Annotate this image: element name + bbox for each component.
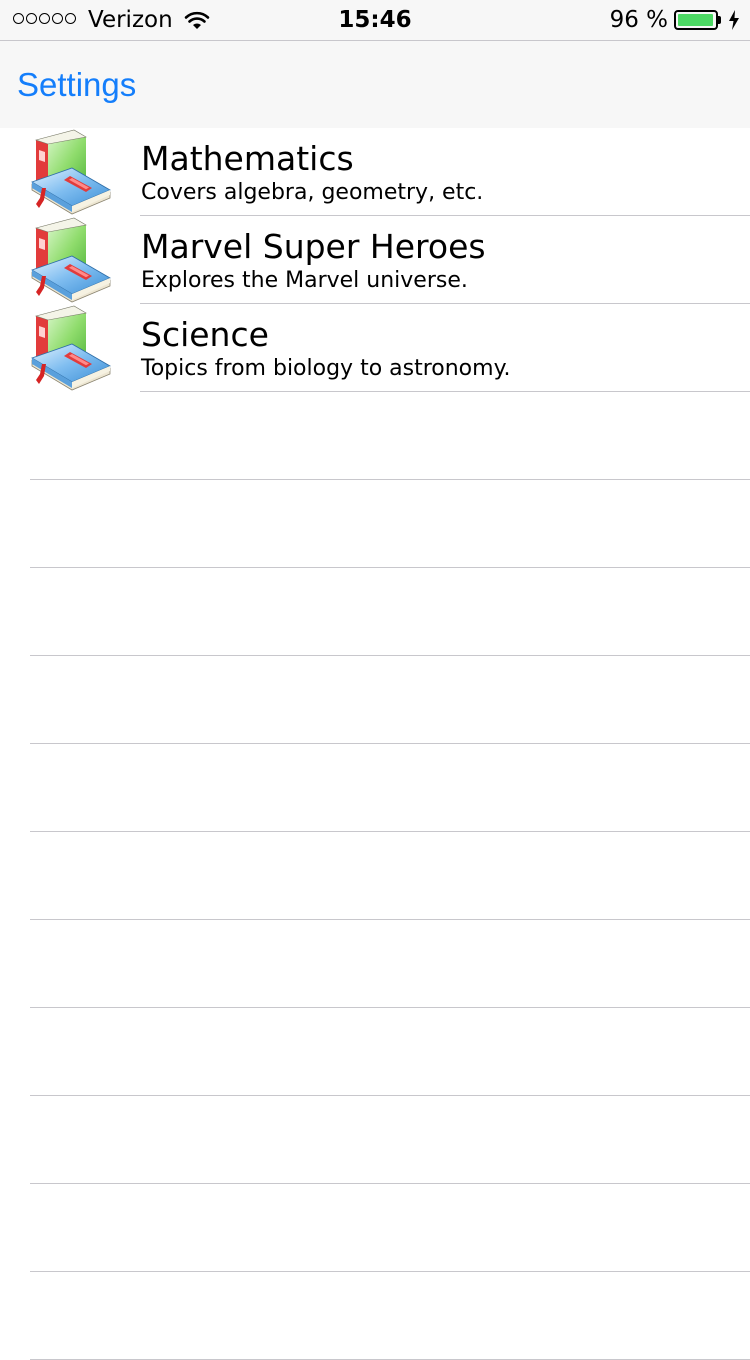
charging-bolt-icon — [729, 10, 739, 30]
book-icon — [26, 216, 114, 304]
empty-row — [0, 920, 750, 1008]
list-item-title: Science — [141, 315, 269, 354]
topics-list: Mathematics Covers algebra, geometry, et… — [0, 128, 750, 1360]
empty-row — [0, 1008, 750, 1096]
battery-icon — [674, 10, 718, 30]
empty-row — [0, 1096, 750, 1184]
empty-row — [0, 1184, 750, 1272]
empty-row — [0, 656, 750, 744]
list-item[interactable]: Science Topics from biology to astronomy… — [0, 304, 750, 392]
empty-row — [0, 832, 750, 920]
list-item-subtitle: Explores the Marvel universe. — [141, 268, 468, 293]
empty-row — [0, 568, 750, 656]
list-item[interactable]: Marvel Super Heroes Explores the Marvel … — [0, 216, 750, 304]
empty-row — [0, 480, 750, 568]
battery-level-fill — [678, 14, 713, 26]
empty-row — [0, 744, 750, 832]
list-item-title: Marvel Super Heroes — [141, 227, 486, 266]
list-item-subtitle: Covers algebra, geometry, etc. — [141, 180, 484, 205]
book-icon — [26, 304, 114, 392]
navigation-bar: Settings — [0, 40, 750, 128]
list-item[interactable]: Mathematics Covers algebra, geometry, et… — [0, 128, 750, 216]
empty-row — [0, 1272, 750, 1360]
list-item-subtitle: Topics from biology to astronomy. — [141, 356, 511, 381]
battery-percent: 96 % — [609, 7, 668, 33]
empty-row — [0, 392, 750, 480]
status-bar: Verizon 15:46 96 % — [0, 0, 750, 40]
settings-back-button[interactable]: Settings — [17, 66, 136, 104]
book-icon — [26, 128, 114, 216]
list-item-title: Mathematics — [141, 139, 354, 178]
battery-nub — [718, 16, 721, 24]
